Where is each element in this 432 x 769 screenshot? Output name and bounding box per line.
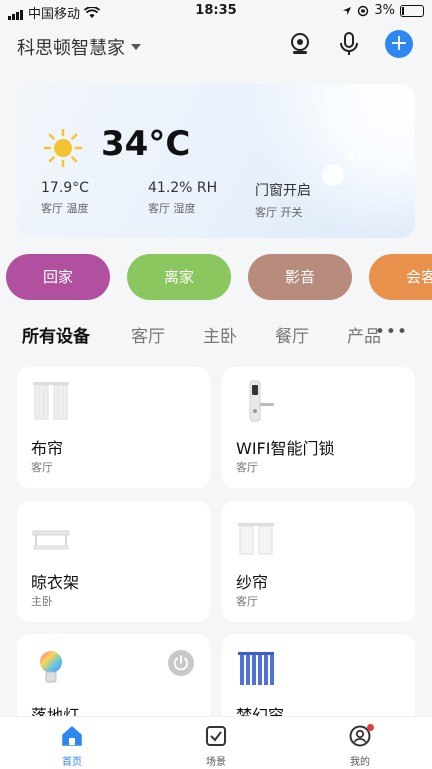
device-room: 客厅 bbox=[236, 595, 258, 608]
device-room: 主卧 bbox=[31, 595, 53, 608]
weather-card: 34°C 17.9°C 客厅 温度 41.2% RH 客厅 湿度 门窗开启 客厅… bbox=[17, 84, 415, 238]
notification-dot bbox=[367, 724, 374, 731]
door-lock-icon bbox=[249, 380, 274, 422]
camera-icon[interactable] bbox=[286, 30, 314, 58]
tab-master-bedroom[interactable]: 主卧 bbox=[203, 322, 237, 347]
clothes-rack-icon bbox=[32, 530, 70, 550]
temperature: 34°C bbox=[101, 124, 191, 164]
tabbar-home[interactable]: 首页 bbox=[42, 725, 102, 768]
battery-icon bbox=[400, 4, 424, 17]
decor-bubble bbox=[347, 154, 354, 161]
device-name: 纱帘 bbox=[236, 573, 269, 592]
power-icon[interactable] bbox=[168, 650, 194, 676]
sheer-curtain-icon bbox=[238, 523, 274, 555]
stat-door-window: 门窗开启 客厅 开关 bbox=[255, 183, 311, 219]
more-icon[interactable]: ••• bbox=[375, 322, 408, 342]
device-card-curtain[interactable]: 布帘 客厅 bbox=[17, 367, 210, 488]
home-selector[interactable]: 科思顿智慧家 bbox=[17, 34, 141, 60]
room-tabs: 所有设备 客厅 主卧 餐厅 产品 ••• bbox=[0, 318, 432, 352]
chevron-down-icon bbox=[131, 44, 141, 50]
device-room: 客厅 bbox=[31, 461, 53, 474]
device-name: WIFI智能门锁 bbox=[236, 439, 335, 458]
device-name: 晾衣架 bbox=[31, 573, 80, 592]
bottom-tab-bar: 首页 场景 我的 bbox=[0, 716, 432, 769]
decor-bubble bbox=[322, 164, 344, 186]
orientation-lock-icon bbox=[358, 5, 369, 16]
home-name: 科思顿智慧家 bbox=[17, 38, 125, 59]
checkbox-icon bbox=[206, 726, 226, 746]
add-icon[interactable]: + bbox=[385, 30, 413, 58]
stat-temperature: 17.9°C 客厅 温度 bbox=[41, 180, 89, 215]
device-card-clothes-rack[interactable]: 晾衣架 主卧 bbox=[17, 501, 210, 622]
device-card-sheer-curtain[interactable]: 纱帘 客厅 bbox=[222, 501, 415, 622]
device-card-door-lock[interactable]: WIFI智能门锁 客厅 bbox=[222, 367, 415, 488]
home-icon bbox=[62, 726, 82, 746]
tabbar-label: 场景 bbox=[206, 757, 226, 768]
tab-all-devices[interactable]: 所有设备 bbox=[22, 322, 90, 347]
scene-home-button[interactable]: 回家 bbox=[6, 254, 110, 300]
stat-humidity: 41.2% RH 客厅 湿度 bbox=[148, 180, 218, 215]
scene-guest-button[interactable]: 会客 bbox=[369, 254, 432, 300]
tabbar-profile[interactable]: 我的 bbox=[330, 724, 390, 768]
tabbar-scenes[interactable]: 场景 bbox=[186, 725, 246, 768]
tabbar-label: 首页 bbox=[62, 757, 82, 768]
sun-icon bbox=[43, 128, 83, 168]
bulb-icon bbox=[40, 651, 62, 683]
scene-strip[interactable]: 回家 离家 影音 会客 bbox=[0, 254, 432, 302]
header: 科思顿智慧家 + bbox=[0, 22, 432, 72]
microphone-icon[interactable] bbox=[335, 30, 363, 58]
device-room: 客厅 bbox=[236, 461, 258, 474]
tab-living-room[interactable]: 客厅 bbox=[131, 322, 165, 347]
scene-media-button[interactable]: 影音 bbox=[248, 254, 352, 300]
tab-dining-room[interactable]: 餐厅 bbox=[275, 322, 309, 347]
location-icon bbox=[343, 6, 352, 15]
curtain-icon bbox=[33, 382, 69, 420]
blinds-icon bbox=[238, 652, 274, 685]
scene-away-button[interactable]: 离家 bbox=[127, 254, 231, 300]
device-name: 布帘 bbox=[31, 439, 64, 458]
status-bar: 中国移动 18:35 3% bbox=[0, 0, 432, 22]
tabbar-label: 我的 bbox=[350, 757, 370, 768]
battery-percent: 3% bbox=[374, 3, 395, 18]
